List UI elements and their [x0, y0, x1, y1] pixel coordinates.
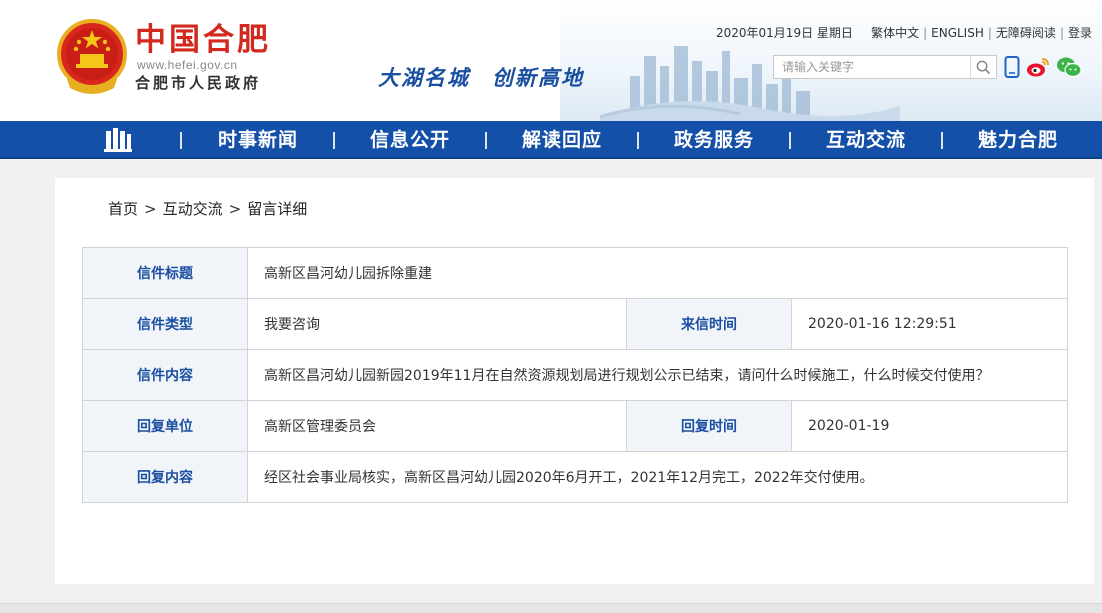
nav-item-gov-services[interactable]: 政务服务 — [638, 121, 790, 159]
title-label: 信件标题 — [82, 247, 248, 299]
weibo-button[interactable] — [1026, 56, 1050, 78]
content-value: 高新区昌河幼儿园新园2019年11月在自然资源规划局进行规划公示已结束，请问什么… — [246, 349, 1069, 401]
main-navigation: 时事新闻 信息公开 解读回应 政务服务 互动交流 魅力合肥 — [0, 121, 1102, 159]
login-link[interactable]: 登录 — [1068, 26, 1092, 40]
national-emblem-icon — [57, 19, 127, 94]
wechat-icon — [1057, 57, 1082, 78]
nav-item-news[interactable]: 时事新闻 — [182, 121, 334, 159]
nav-item-interpretation[interactable]: 解读回应 — [486, 121, 638, 159]
home-icon[interactable] — [104, 128, 132, 152]
reply-unit-label: 回复单位 — [82, 400, 248, 452]
search-box — [773, 55, 997, 79]
search-input[interactable] — [774, 56, 964, 78]
reply-content-value: 经区社会事业局核实，高新区昌河幼儿园2020年6月开工，2021年12月完工，2… — [246, 451, 1069, 503]
reply-time-label: 回复时间 — [626, 400, 792, 452]
current-date: 2020年01月19日 星期日 — [716, 26, 853, 40]
slogan-part-2: 创新高地 — [492, 65, 584, 90]
table-row-title: 信件标题 高新区昌河幼儿园拆除重建 — [82, 247, 1069, 299]
breadcrumb-arrow: > — [144, 200, 157, 218]
english-link[interactable]: ENGLISH — [931, 26, 984, 40]
footer-divider — [0, 603, 1102, 613]
breadcrumb-current: 留言详细 — [247, 200, 308, 218]
nav-item-info-disclosure[interactable]: 信息公开 — [334, 121, 486, 159]
table-row-type: 信件类型 我要咨询 来信时间 2020-01-16 12:29:51 — [82, 298, 1069, 350]
search-icon — [976, 60, 991, 74]
logo-url: www.hefei.gov.cn — [137, 58, 238, 72]
table-row-reply-unit: 回复单位 高新区管理委员会 回复时间 2020-01-19 — [82, 400, 1069, 452]
search-button[interactable] — [970, 56, 996, 78]
site-header: 中国合肥 www.hefei.gov.cn 合肥市人民政府 大湖名城 创新高地 2… — [0, 0, 1102, 121]
reply-content-label: 回复内容 — [82, 451, 248, 503]
breadcrumb-section-link[interactable]: 互动交流 — [163, 200, 223, 218]
letter-detail-table: 信件标题 高新区昌河幼儿园拆除重建 信件类型 我要咨询 来信时间 2020-01… — [82, 247, 1069, 503]
mobile-version-button[interactable] — [1004, 56, 1020, 78]
accessible-reading-link[interactable]: 无障碍阅读 — [996, 26, 1056, 40]
link-separator: | — [923, 26, 928, 40]
table-row-content: 信件内容 高新区昌河幼儿园新园2019年11月在自然资源规划局进行规划公示已结束… — [82, 349, 1069, 401]
link-separator: | — [1059, 26, 1064, 40]
reply-time-value: 2020-01-19 — [790, 400, 1069, 452]
letter-time-value: 2020-01-16 12:29:51 — [790, 298, 1069, 350]
breadcrumb: 首页 > 互动交流 > 留言详细 — [108, 198, 307, 219]
logo-subtitle: 合肥市人民政府 — [135, 74, 262, 92]
breadcrumb-home-link[interactable]: 首页 — [108, 200, 138, 218]
link-separator: | — [987, 26, 992, 40]
weibo-icon — [1027, 58, 1049, 77]
wechat-button[interactable] — [1056, 56, 1082, 78]
content-label: 信件内容 — [82, 349, 248, 401]
letter-time-label: 来信时间 — [626, 298, 792, 350]
slogan-part-1: 大湖名城 — [378, 65, 470, 90]
traditional-chinese-link[interactable]: 繁体中文 — [871, 26, 919, 40]
type-value: 我要咨询 — [247, 298, 627, 350]
nav-item-interaction[interactable]: 互动交流 — [790, 121, 942, 159]
slogan: 大湖名城 创新高地 — [378, 62, 584, 92]
content-panel: 首页 > 互动交流 > 留言详细 信件标题 高新区昌河幼儿园拆除重建 信件类型 我要咨询… — [55, 178, 1094, 584]
type-label: 信件类型 — [82, 298, 248, 350]
breadcrumb-arrow: > — [228, 200, 242, 218]
mobile-icon — [1004, 56, 1020, 78]
reply-unit-value: 高新区管理委员会 — [247, 400, 627, 452]
logo-title: 中国合肥 — [135, 22, 271, 58]
nav-item-charm-hefei[interactable]: 魅力合肥 — [942, 121, 1094, 159]
top-links: 繁体中文 | ENGLISH | 无障碍阅读 | 登录 — [871, 24, 1092, 41]
table-row-reply-content: 回复内容 经区社会事业局核实，高新区昌河幼儿园2020年6月开工，2021年12… — [82, 451, 1069, 503]
title-value: 高新区昌河幼儿园拆除重建 — [246, 247, 1069, 299]
